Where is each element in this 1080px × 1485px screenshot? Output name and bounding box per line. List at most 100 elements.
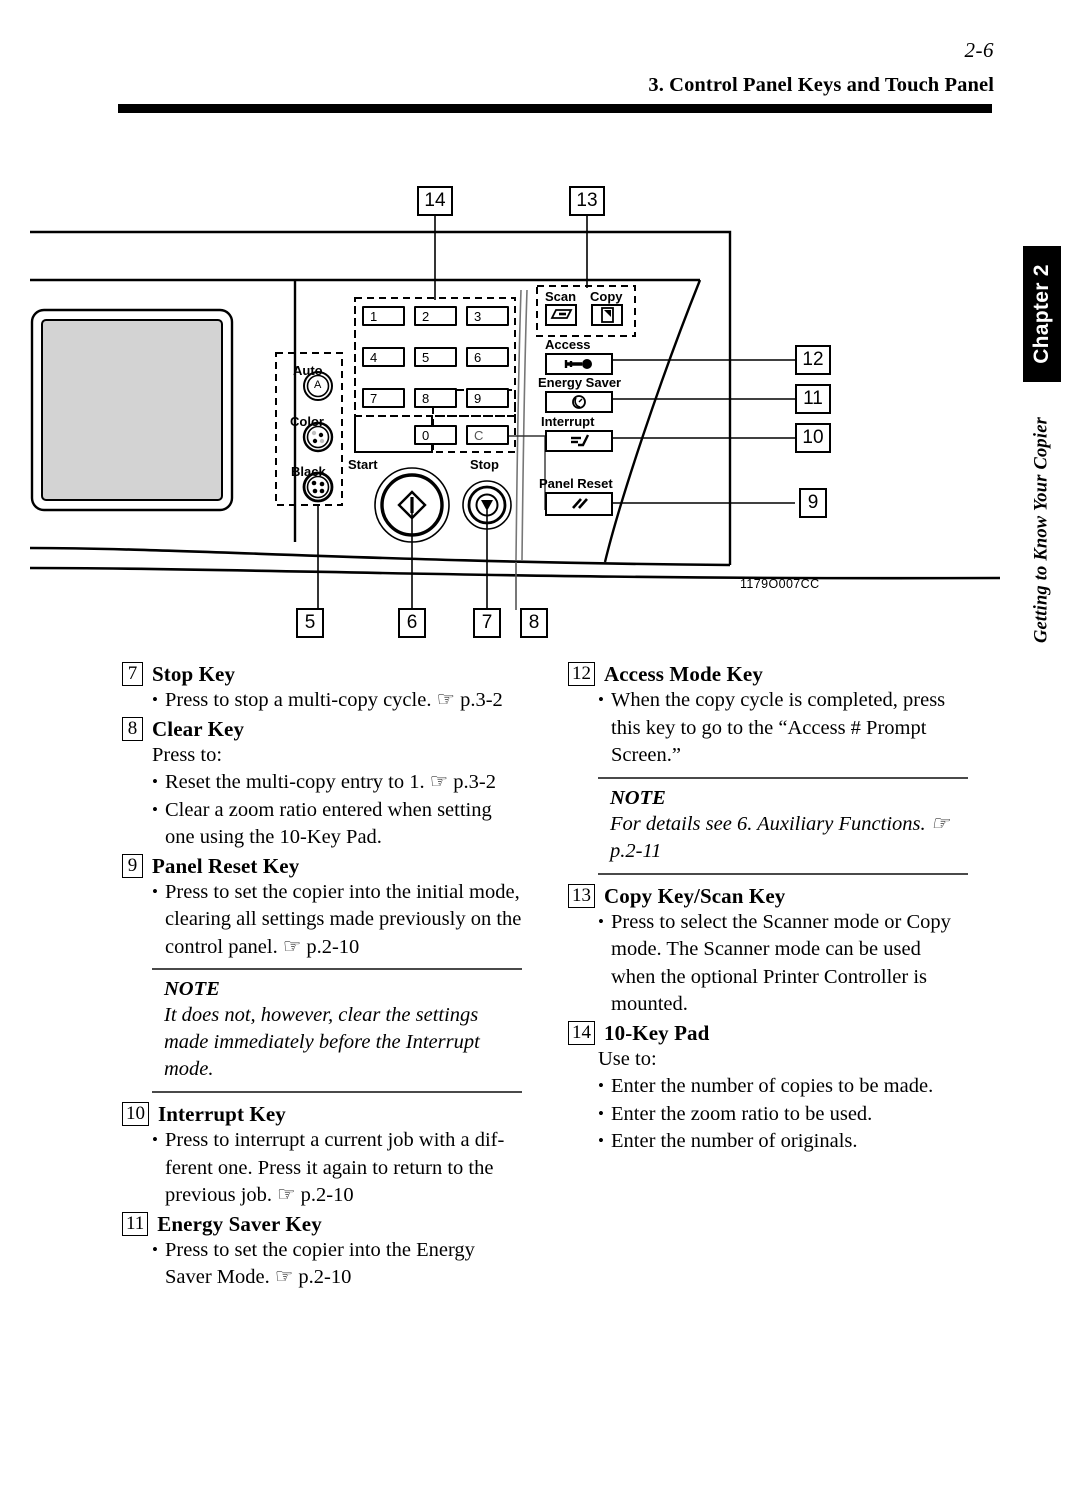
entry-body: Press to interrupt a current job with a … (122, 1126, 522, 1210)
interrupt-key[interactable] (545, 430, 613, 452)
keypad-key-4[interactable]: 4 (362, 347, 405, 367)
keypad-key-9[interactable]: 9 (466, 388, 509, 408)
entry-body: Press to:Reset the multi-copy entry to 1… (122, 742, 522, 852)
entry-header: 14 10-Key Pad (568, 1020, 968, 1045)
key-description-entry: 7 Stop KeyPress to stop a multi-copy cycl… (122, 662, 522, 715)
callout-14: 14 (417, 186, 453, 216)
entry-number-box: 13 (568, 883, 595, 908)
chapter-subtitle-label: Getting to Know Your Copier (1031, 416, 1052, 644)
touch-panel-lcd (30, 308, 234, 512)
entry-number-box: 12 (568, 662, 595, 686)
callout-5: 5 (296, 608, 324, 638)
entry-title: Energy Saver Key (157, 1211, 322, 1236)
key-description-entry: 12 Access Mode KeyWhen the copy cycle is … (568, 662, 968, 875)
copy-key[interactable] (591, 304, 623, 326)
entry-header: 12 Access Mode Key (568, 662, 968, 686)
chapter-tab: Chapter 2 (1023, 246, 1061, 382)
entry-title: Panel Reset Key (152, 853, 300, 878)
keypad-key-3[interactable]: 3 (466, 306, 509, 326)
entry-header: 10 Interrupt Key (122, 1102, 522, 1126)
callout-12: 12 (795, 345, 831, 375)
entry-title: Copy Key/Scan Key (604, 883, 786, 908)
entry-number-box: 14 (568, 1020, 595, 1045)
key-description-entry: 8 Clear KeyPress to:Reset the multi-copy … (122, 716, 522, 852)
document-copy-icon (601, 307, 614, 323)
energy-saver-key[interactable] (545, 391, 613, 413)
copy-label: Copy (590, 289, 623, 304)
entry-body: When the copy cycle is completed, press … (568, 686, 968, 770)
entry-header: 9 Panel Reset Key (122, 853, 522, 878)
text-line: Use to: (598, 1047, 657, 1070)
keypad-key-8[interactable]: 8 (414, 388, 457, 408)
callout-9: 9 (799, 488, 827, 518)
keypad-key-5[interactable]: 5 (414, 347, 457, 367)
bullet-item: Enter the number of originals. (598, 1127, 968, 1156)
scan-key[interactable] (545, 304, 577, 326)
text-line: Press to: (152, 743, 223, 766)
clear-key[interactable]: C (466, 425, 509, 445)
note-text: For details see 6. Auxiliary Functions. … (610, 812, 950, 862)
interrupt-arrow-icon (571, 434, 590, 447)
entry-title: Clear Key (152, 716, 245, 741)
entry-title: Interrupt Key (158, 1102, 286, 1126)
callout-6: 6 (398, 608, 426, 638)
key-description-entry: 13 Copy Key/Scan KeyPress to select the S… (568, 883, 968, 1019)
color-label: Color (290, 414, 324, 429)
bullet-item: Enter the zoom ratio to be used. (598, 1100, 968, 1129)
entry-title: Stop Key (152, 662, 236, 686)
key-description-entry: 11 Energy Saver KeyPress to set the copie… (122, 1211, 522, 1292)
entry-header: 13 Copy Key/Scan Key (568, 883, 968, 908)
key-description-entry: 14 10-Key PadUse to:Enter the number of c… (568, 1020, 968, 1156)
callout-13: 13 (569, 186, 605, 216)
control-panel-figure: Auto Color Black Start Stop Scan Copy Ac… (0, 170, 1000, 650)
start-label: Start (348, 457, 378, 472)
panel-reset-label: Panel Reset (539, 476, 613, 491)
moon-clock-icon (572, 395, 586, 409)
note-box: NOTE It does not, however, clear the sett… (152, 968, 522, 1093)
black-label: Black (291, 464, 326, 479)
callout-8: 8 (520, 608, 548, 638)
keypad-key-7[interactable]: 7 (362, 388, 405, 408)
entry-header: 8 Clear Key (122, 716, 522, 741)
entry-number-box: 11 (122, 1211, 149, 1236)
scan-label: Scan (545, 289, 577, 304)
entry-body: Press to select the Scanner mode or Copy… (568, 908, 968, 1019)
energy-saver-label: Energy Saver (538, 375, 622, 390)
section-title: 3. Control Panel Keys and Touch Panel (648, 74, 994, 96)
page-number: 2-6 (964, 38, 994, 62)
note-label: NOTE (164, 978, 220, 1000)
chapter-subtitle: Getting to Know Your Copier (1022, 400, 1062, 660)
keypad-key-2[interactable]: 2 (414, 306, 457, 326)
entry-header: 11 Energy Saver Key (122, 1211, 522, 1236)
note-text: It does not, however, clear the settings… (164, 1004, 480, 1080)
bullet-item: Clear a zoom ratio entered when setting … (152, 796, 522, 852)
note-label: NOTE (610, 786, 666, 809)
scanner-icon (550, 309, 573, 319)
entry-header: 7 Stop Key (122, 662, 522, 686)
interrupt-label: Interrupt (541, 414, 595, 429)
control-panel-drawing (29, 206, 1000, 610)
bullet-item: When the copy cycle is completed, press … (598, 686, 968, 770)
entry-title: 10-Key Pad (604, 1020, 710, 1045)
left-text-column: 7 Stop KeyPress to stop a multi-copy cycl… (122, 662, 522, 1294)
keypad-key-6[interactable]: 6 (466, 347, 509, 367)
panel-reset-key[interactable] (545, 492, 613, 516)
callout-10: 10 (795, 423, 831, 453)
bullet-item: Press to interrupt a current job with a … (152, 1126, 522, 1210)
entry-number-box: 8 (122, 716, 143, 741)
bullet-item: Press to set the copier into the Energy … (152, 1236, 522, 1292)
callout-7: 7 (473, 608, 501, 638)
keypad-key-0[interactable]: 0 (414, 425, 457, 445)
entry-number-box: 9 (122, 853, 143, 878)
bullet-item: Press to select the Scanner mode or Copy… (598, 908, 968, 1019)
callout-11: 11 (795, 384, 831, 414)
key-description-entry: 9 Panel Reset KeyPress to set the copier … (122, 853, 522, 1093)
bullet-item: Reset the multi-copy entry to 1. ☞ p.3-2 (152, 768, 522, 797)
stop-label: Stop (470, 457, 499, 472)
auto-key-glyph: A (314, 379, 322, 391)
key-icon (564, 359, 592, 369)
access-mode-key[interactable] (545, 353, 613, 375)
bullet-item: Press to set the copier into the initial… (152, 878, 522, 962)
keypad-key-1[interactable]: 1 (362, 306, 405, 326)
bullet-item: Press to stop a multi-copy cycle. ☞ p.3-… (152, 686, 522, 715)
